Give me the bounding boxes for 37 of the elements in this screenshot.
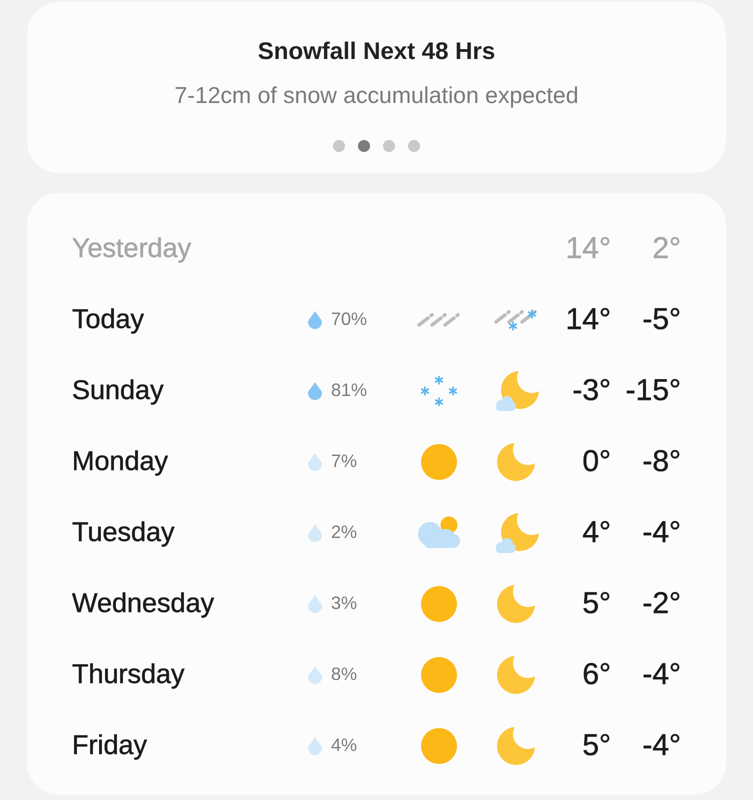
page-dot-icon[interactable] (408, 140, 420, 152)
high-temperature: 5° (582, 728, 611, 762)
precipitation-chance: 3% (331, 593, 358, 614)
low-temperature: -4° (642, 728, 681, 762)
low-temperature: -4° (642, 516, 681, 550)
precipitation-chance: 70% (331, 309, 368, 330)
precipitation-chance: 2% (331, 522, 358, 543)
banner-subtitle: 7-12cm of snow accumulation expected (174, 81, 578, 110)
high-temperature: 5° (582, 586, 611, 620)
page-dot-icon[interactable] (383, 140, 395, 152)
low-temperature: -5° (642, 302, 681, 336)
high-temperature: 6° (582, 658, 611, 692)
low-temperature: -15° (626, 374, 681, 408)
page-dot-icon[interactable] (333, 140, 345, 152)
day-name: Wednesday (72, 588, 214, 619)
low-temperature: -8° (642, 444, 681, 478)
day-name: Today (72, 304, 144, 335)
low-temperature: 2° (652, 232, 681, 266)
day-name: Friday (72, 730, 148, 761)
low-temperature: -4° (642, 658, 681, 692)
day-name: Sunday (72, 375, 164, 406)
precipitation-chance: 7% (331, 451, 358, 472)
high-temperature: 14° (566, 232, 611, 266)
high-temperature: -3° (572, 374, 611, 408)
day-name: Monday (72, 446, 168, 477)
day-name: Tuesday (72, 517, 175, 548)
high-temperature: 0° (582, 444, 611, 478)
precipitation-chance: 4% (331, 735, 358, 756)
low-temperature: -2° (642, 586, 681, 620)
high-temperature: 14° (566, 302, 611, 336)
high-temperature: 4° (582, 516, 611, 550)
day-name: Yesterday (72, 233, 192, 264)
day-name: Thursday (72, 659, 185, 690)
page-dot-icon[interactable] (358, 140, 370, 152)
banner-title: Snowfall Next 48 Hrs (258, 37, 496, 67)
precipitation-chance: 8% (331, 664, 358, 685)
precipitation-chance: 81% (331, 380, 368, 401)
